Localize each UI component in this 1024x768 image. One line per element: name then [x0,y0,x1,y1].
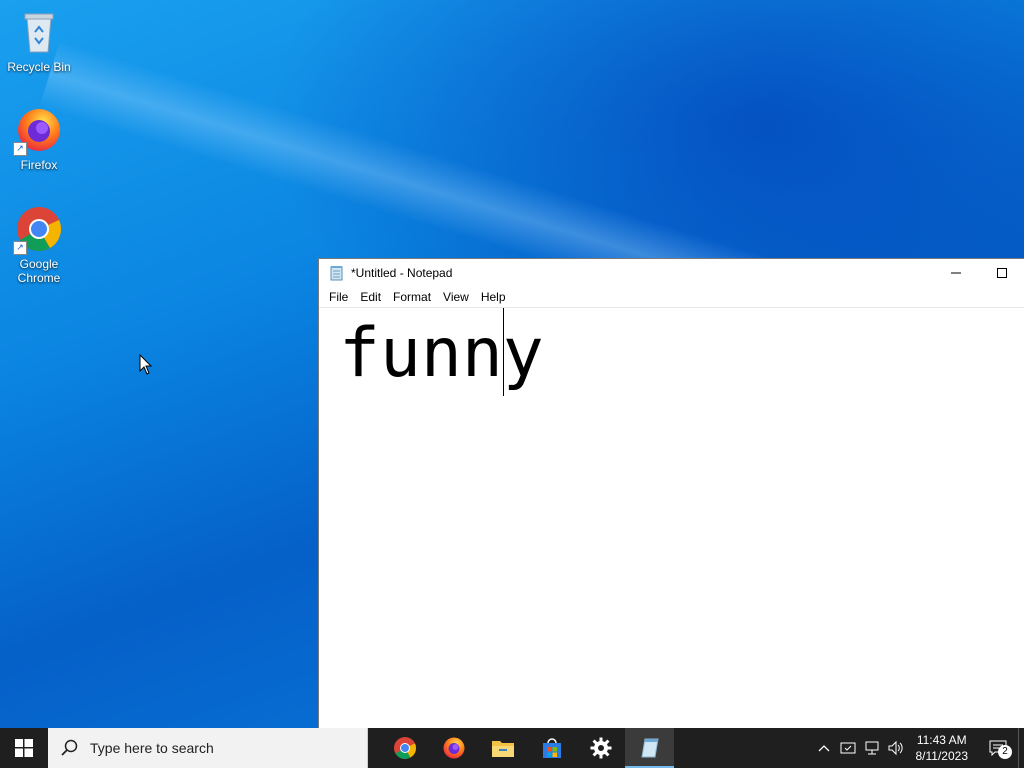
windows-logo-icon [15,739,33,757]
maximize-icon [997,268,1007,278]
taskbar-search-box[interactable] [48,728,368,768]
notepad-window[interactable]: *Untitled - Notepad File Edit Format Vie… [318,258,1024,728]
firefox-icon: ↗ [13,106,63,156]
desktop-icon-firefox[interactable]: ↗ Firefox [0,106,78,172]
menu-view[interactable]: View [437,288,475,306]
tray-device-button[interactable] [836,728,860,768]
device-icon [840,742,855,754]
shortcut-arrow-icon: ↗ [13,142,27,156]
desktop-icon-recycle-bin[interactable]: Recycle Bin [0,8,78,74]
menu-file[interactable]: File [323,288,354,306]
taskbar-settings-button[interactable] [576,728,625,768]
desktop: Recycle Bin ↗ Firefox ↗ Google Chrome *U… [0,0,1024,728]
menu-help[interactable]: Help [475,288,512,306]
chrome-icon: ↗ [13,205,63,255]
desktop-icon-label: Google Chrome [17,257,61,285]
start-button[interactable] [0,728,48,768]
file-explorer-icon [491,741,514,757]
search-icon [61,739,78,756]
firefox-icon [443,737,464,759]
taskbar: 11:43 AM 8/11/2023 2 [0,728,1024,768]
search-input[interactable] [88,739,352,757]
tray-network-button[interactable] [860,728,884,768]
notification-center-button[interactable]: 2 [978,728,1018,768]
menu-edit[interactable]: Edit [354,288,387,306]
notepad-icon [640,738,659,758]
shortcut-arrow-icon: ↗ [13,241,27,255]
notification-count-badge: 2 [998,745,1012,759]
chevron-up-icon [818,745,829,752]
taskbar-firefox-button[interactable] [429,728,478,768]
clock-time: 11:43 AM [916,733,967,747]
desktop-icon-label: Recycle Bin [7,60,71,74]
taskbar-apps [380,728,674,768]
editor-content: funny [339,314,544,393]
system-tray: 11:43 AM 8/11/2023 2 [812,728,1024,768]
settings-icon [590,737,611,759]
menu-format[interactable]: Format [387,288,437,306]
tray-overflow-button[interactable] [812,728,836,768]
maximize-button[interactable] [979,259,1024,287]
show-desktop-button[interactable] [1018,728,1024,768]
clock-date: 8/11/2023 [915,749,969,763]
taskbar-clock[interactable]: 11:43 AM 8/11/2023 [908,732,979,764]
recycle-bin-icon [15,8,63,56]
taskbar-file-explorer-button[interactable] [478,728,527,768]
desktop-icon-label: Firefox [20,158,58,172]
taskbar-store-button[interactable] [527,728,576,768]
mouse-cursor-icon [139,353,153,381]
text-caret [503,308,504,396]
chrome-icon [393,737,416,759]
desktop-icon-google-chrome[interactable]: ↗ Google Chrome [0,205,78,285]
minimize-button[interactable] [933,259,979,287]
text-editor[interactable]: funny [319,308,1024,728]
store-icon [542,738,561,758]
notepad-titlebar[interactable]: *Untitled - Notepad [319,259,1024,287]
volume-icon [888,740,903,756]
minimize-icon [951,272,961,274]
notepad-icon [329,265,345,281]
window-title: *Untitled - Notepad [351,266,453,280]
tray-volume-button[interactable] [884,728,908,768]
network-icon [865,741,878,755]
taskbar-notepad-button[interactable] [625,728,674,768]
taskbar-chrome-button[interactable] [380,728,429,768]
menu-bar: File Edit Format View Help [319,287,1024,308]
